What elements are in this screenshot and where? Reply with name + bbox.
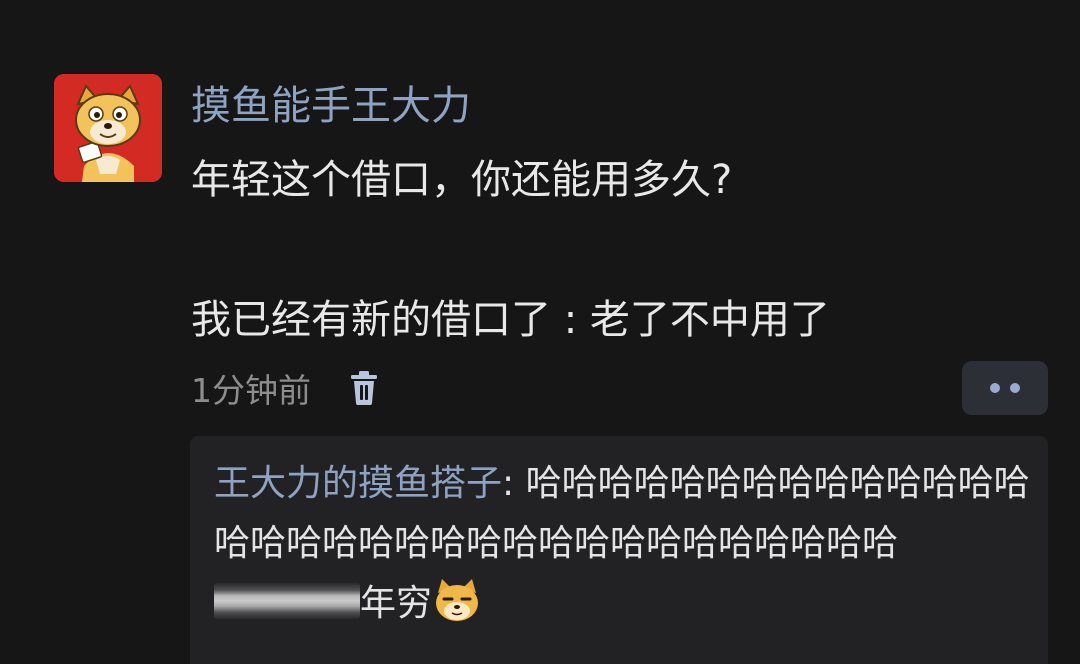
comment-meta: 1分钟前 bbox=[191, 362, 381, 414]
comment-line-2: 我已经有新的借口了 : 老了不中用了 bbox=[191, 297, 830, 343]
comment-body: 年轻这个借口，你还能用多久? 我已经有新的借口了 : 老了不中用了 bbox=[191, 148, 1051, 352]
more-dots-icon bbox=[990, 383, 1000, 393]
more-dots-icon-2 bbox=[1010, 383, 1020, 393]
doge-emoji-icon bbox=[436, 579, 479, 621]
user-avatar[interactable] bbox=[54, 74, 162, 182]
comment-line-blank bbox=[191, 212, 1051, 288]
username[interactable]: 摸鱼能手王大力 bbox=[191, 80, 471, 132]
redacted-block bbox=[214, 583, 360, 619]
comment-screen: 摸鱼能手王大力 年轻这个借口，你还能用多久? 我已经有新的借口了 : 老了不中用… bbox=[0, 0, 1080, 664]
timestamp: 1分钟前 bbox=[191, 371, 311, 410]
more-options-button[interactable] bbox=[962, 361, 1048, 415]
delete-button[interactable] bbox=[347, 369, 381, 407]
reply-text: 王大力的摸鱼搭子: 哈哈哈哈哈哈哈哈哈哈哈哈哈哈哈哈哈哈哈哈哈哈哈哈哈哈哈哈哈哈… bbox=[214, 454, 1034, 634]
comment-line-1: 年轻这个借口，你还能用多久? bbox=[191, 157, 733, 203]
reply-author[interactable]: 王大力的摸鱼搭子 bbox=[214, 463, 502, 504]
reply-box[interactable]: 王大力的摸鱼搭子: 哈哈哈哈哈哈哈哈哈哈哈哈哈哈哈哈哈哈哈哈哈哈哈哈哈哈哈哈哈哈… bbox=[190, 436, 1048, 664]
shiba-dog-avatar-icon bbox=[54, 74, 162, 182]
reply-suffix: 年穷 bbox=[360, 583, 433, 624]
reply-separator: : bbox=[502, 463, 526, 504]
trash-icon bbox=[351, 371, 377, 405]
